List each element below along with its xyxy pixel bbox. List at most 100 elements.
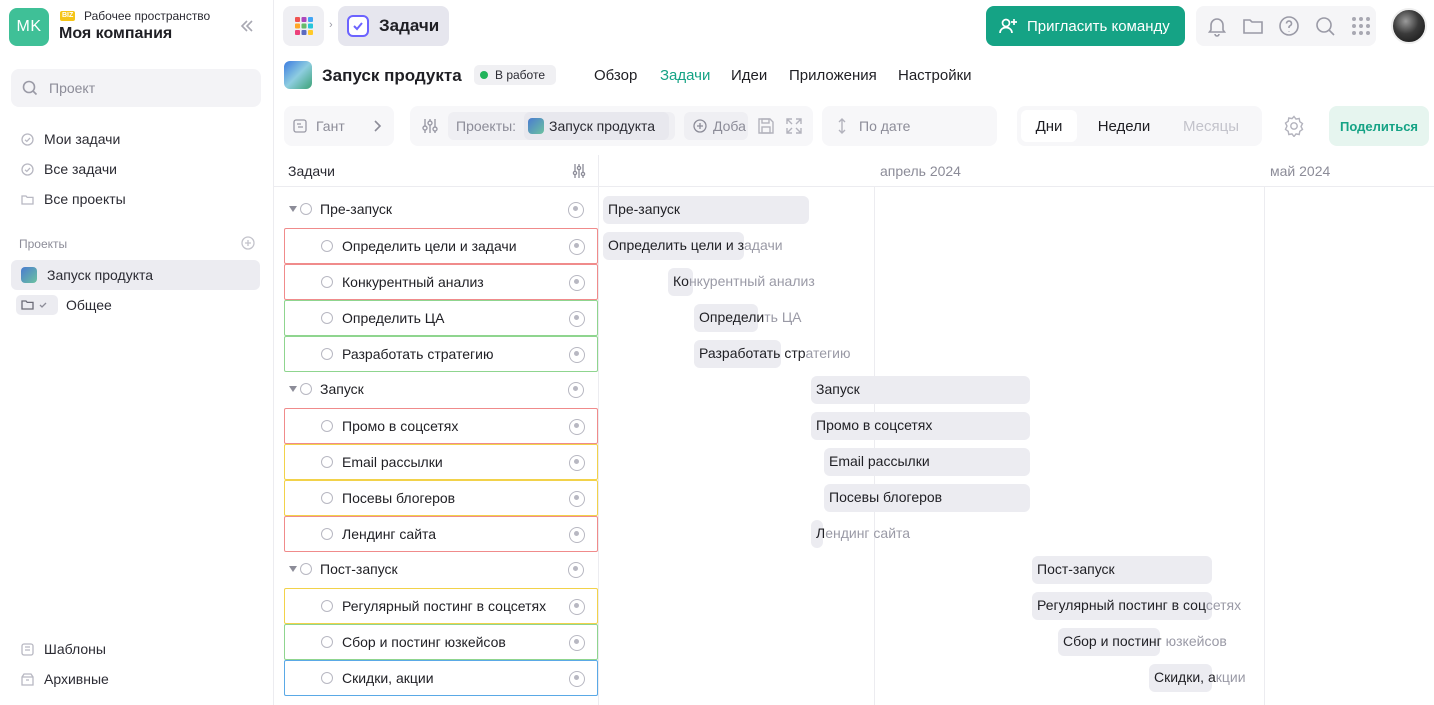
sidebar-item-templates[interactable]: Шаблоны (11, 634, 261, 664)
task-status-checkbox[interactable] (321, 672, 333, 684)
tasks-section-button[interactable]: Задачи (338, 6, 449, 46)
assignee-icon[interactable] (568, 562, 584, 578)
task-group-row[interactable]: Пост-запуск (284, 552, 598, 588)
save-icon[interactable] (757, 117, 775, 135)
gantt-bar-label-inside: Определить цели и з (608, 237, 745, 253)
assignee-icon[interactable] (569, 527, 585, 543)
assignee-icon[interactable] (569, 635, 585, 651)
add-filter-button[interactable]: Доба (684, 112, 748, 140)
project-filter-chip[interactable]: Запуск продукта (524, 112, 669, 140)
filter-sliders-icon[interactable] (421, 117, 439, 135)
task-status-checkbox[interactable] (321, 276, 333, 288)
apps-dots-icon[interactable] (1348, 13, 1374, 39)
expand-icon[interactable] (785, 117, 803, 135)
task-row[interactable]: Разработать стратегию (284, 336, 598, 372)
task-row[interactable]: Регулярный постинг в соцсетях (284, 588, 598, 624)
task-status-checkbox[interactable] (321, 456, 333, 468)
assignee-icon[interactable] (569, 239, 585, 255)
task-row[interactable]: Сбор и постинг юзкейсов (284, 624, 598, 660)
task-row[interactable]: Определить ЦА (284, 300, 598, 336)
caret-down-icon[interactable] (289, 566, 297, 572)
task-status-checkbox[interactable] (321, 240, 333, 252)
assignee-icon[interactable] (568, 382, 584, 398)
tab-overview[interactable]: Обзор (594, 67, 637, 84)
scale-days-button[interactable]: Дни (1021, 110, 1077, 142)
sidebar-item-all-tasks[interactable]: Все задачи (11, 154, 261, 184)
column-settings-icon[interactable] (571, 163, 587, 179)
task-status-checkbox[interactable] (321, 600, 333, 612)
task-status-checkbox[interactable] (321, 420, 333, 432)
status-badge[interactable]: В работе (474, 65, 556, 85)
sidebar-item-label: Все задачи (44, 161, 117, 177)
assignee-icon[interactable] (568, 202, 584, 218)
panel-splitter[interactable] (598, 155, 599, 705)
sidebar-item-general[interactable]: Общее (66, 297, 112, 313)
workspace-label: Рабочее пространство (84, 9, 211, 23)
task-group-row[interactable]: Запуск (284, 372, 598, 408)
tab-apps[interactable]: Приложения (789, 67, 877, 84)
apps-button[interactable] (283, 6, 324, 46)
gantt-bar-label: Пре-запуск (608, 201, 680, 217)
assignee-icon[interactable] (569, 599, 585, 615)
workspace-avatar[interactable]: MK (9, 8, 49, 46)
task-row[interactable]: Скидки, акции (284, 660, 598, 696)
workspace-name[interactable]: Моя компания (59, 25, 172, 43)
folder-toggle[interactable] (16, 295, 58, 315)
task-row[interactable]: Промо в соцсетях (284, 408, 598, 444)
task-group-row[interactable]: Пре-запуск (284, 192, 598, 228)
task-status-checkbox[interactable] (321, 348, 333, 360)
folder-icon[interactable] (1240, 13, 1266, 39)
assignee-icon[interactable] (569, 311, 585, 327)
caret-down-icon[interactable] (289, 206, 297, 212)
task-row[interactable]: Email рассылки (284, 444, 598, 480)
sidebar-search-input[interactable] (49, 77, 249, 99)
assignee-icon[interactable] (569, 419, 585, 435)
user-avatar[interactable] (1391, 8, 1427, 44)
task-row[interactable]: Лендинг сайта (284, 516, 598, 552)
tab-ideas[interactable]: Идеи (731, 67, 767, 84)
tab-tasks[interactable]: Задачи (660, 67, 710, 84)
assignee-icon[interactable] (569, 455, 585, 471)
collapse-sidebar-icon[interactable] (237, 16, 257, 36)
assignee-icon[interactable] (569, 347, 585, 363)
scale-weeks-button[interactable]: Недели (1087, 110, 1161, 142)
project-logo (284, 61, 312, 89)
project-chip-label: Запуск продукта (549, 118, 656, 134)
scale-months-button[interactable]: Месяцы (1171, 110, 1251, 142)
sidebar-item-label: Шаблоны (44, 641, 106, 657)
task-status-checkbox[interactable] (321, 312, 333, 324)
sidebar-item-archived[interactable]: Архивные (11, 664, 261, 694)
assignee-icon[interactable] (569, 275, 585, 291)
search-icon[interactable] (1312, 13, 1338, 39)
view-selector[interactable]: Гант (284, 106, 394, 146)
task-status-checkbox[interactable] (300, 383, 312, 395)
sidebar-search[interactable] (11, 69, 261, 107)
invite-team-button[interactable]: Пригласить команду (986, 6, 1185, 46)
task-status-checkbox[interactable] (321, 636, 333, 648)
task-status-checkbox[interactable] (300, 563, 312, 575)
sort-selector[interactable]: По дате (822, 106, 997, 146)
gantt-bar-label-inside: Регулярный постинг в соц (1037, 597, 1206, 613)
gantt-bar-label: Определить цели и задачи (608, 237, 783, 253)
add-project-icon[interactable] (241, 236, 255, 250)
assignee-icon[interactable] (569, 491, 585, 507)
sidebar-item-my-tasks[interactable]: Мои задачи (11, 124, 261, 154)
task-label: Email рассылки (342, 454, 443, 470)
tab-settings[interactable]: Настройки (898, 67, 972, 84)
caret-down-icon[interactable] (289, 386, 297, 392)
task-row[interactable]: Конкурентный анализ (284, 264, 598, 300)
task-row[interactable]: Посевы блогеров (284, 480, 598, 516)
sidebar-item-project-launch-row[interactable]: Запуск продукта (11, 260, 261, 290)
bell-icon[interactable] (1204, 13, 1230, 39)
sidebar-item-all-projects[interactable]: Все проекты (11, 184, 261, 214)
gear-icon[interactable] (1283, 115, 1305, 137)
task-status-checkbox[interactable] (321, 492, 333, 504)
assignee-icon[interactable] (569, 671, 585, 687)
task-row[interactable]: Определить цели и задачи (284, 228, 598, 264)
share-button[interactable]: Поделиться (1329, 106, 1429, 146)
gantt-bar-label-overflow: ть ЦА (764, 309, 802, 325)
help-icon[interactable] (1276, 13, 1302, 39)
task-status-checkbox[interactable] (321, 528, 333, 540)
task-status-checkbox[interactable] (300, 203, 312, 215)
sidebar-item-label: Мои задачи (44, 131, 121, 147)
